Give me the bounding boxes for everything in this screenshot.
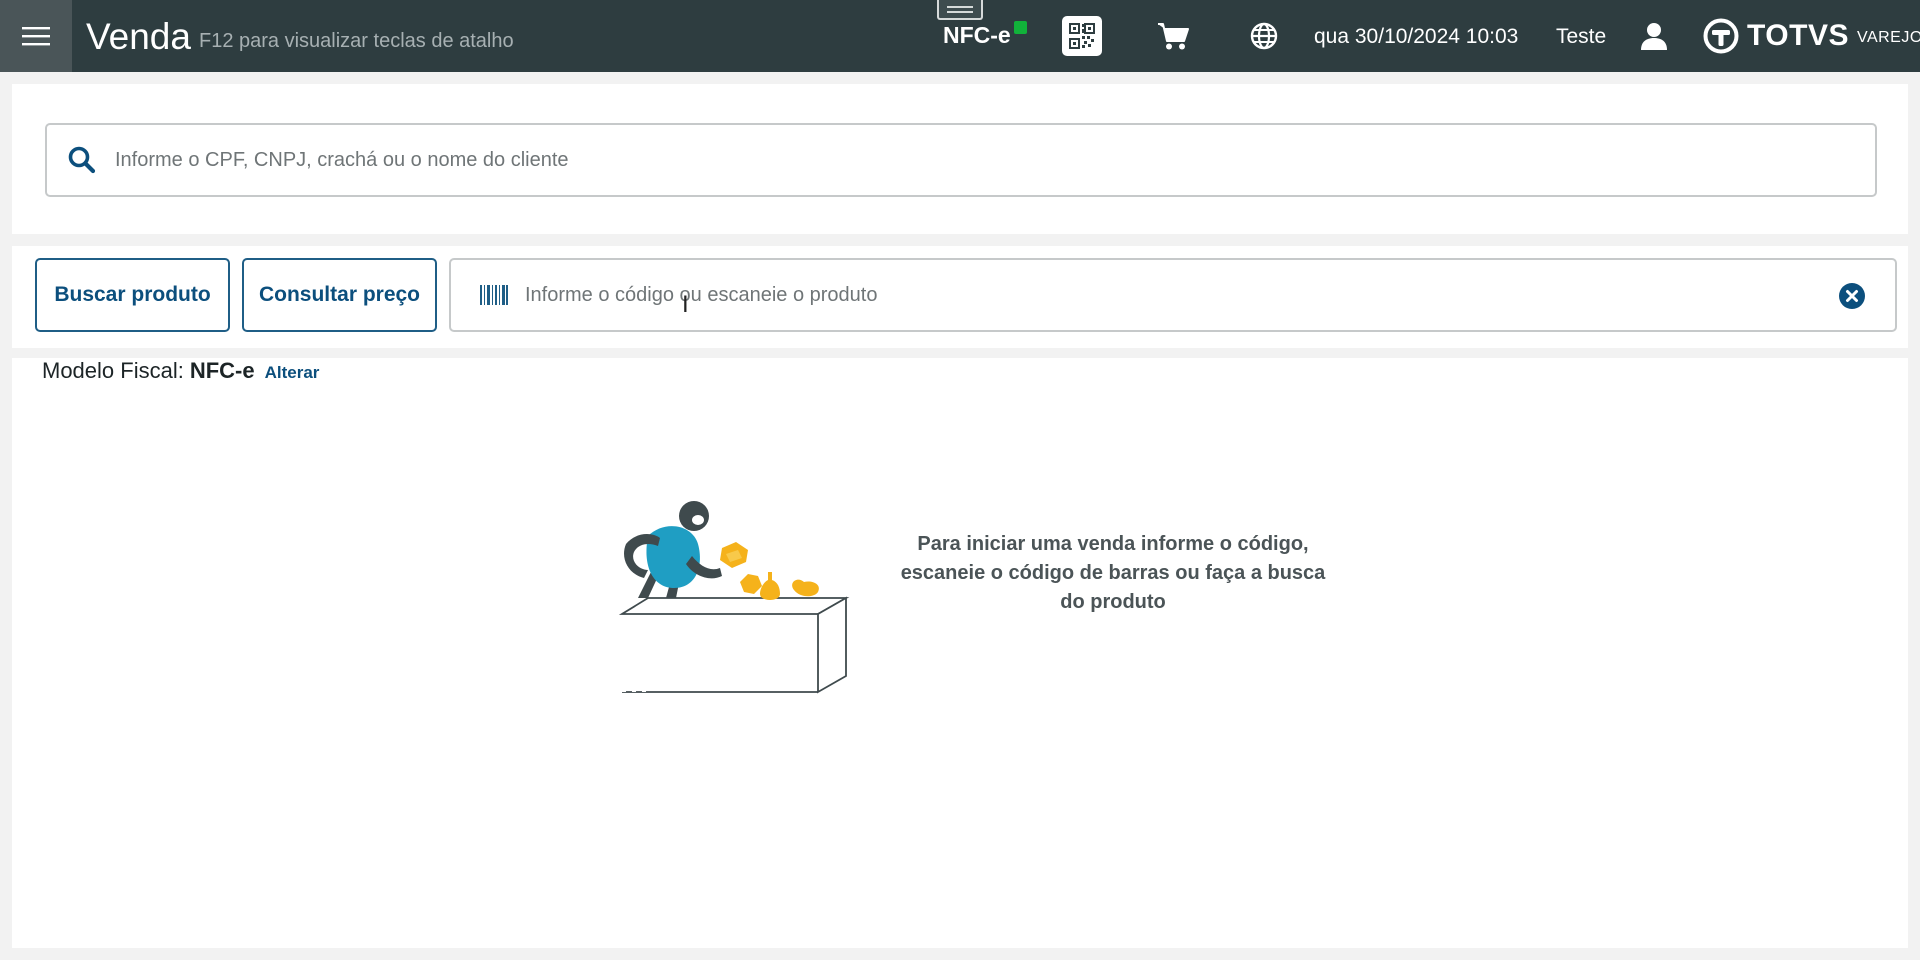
empty-sale-illustration — [618, 501, 850, 694]
language-button[interactable] — [1244, 16, 1284, 56]
clear-product-button[interactable] — [1839, 283, 1865, 309]
top-bar: Venda F12 para visualizar teclas de atal… — [0, 0, 1920, 72]
brand-logo: TOTVS VAREJO — [1703, 16, 1920, 56]
user-button[interactable] — [1634, 16, 1674, 56]
shortcut-hint: F12 para visualizar teclas de atalho — [199, 30, 514, 52]
user-icon — [1641, 23, 1667, 50]
menu-button[interactable] — [0, 0, 72, 72]
globe-icon — [1250, 22, 1278, 50]
content-panel: Modelo Fiscal: NFC-e Alterar Para inicia… — [12, 358, 1908, 948]
product-search-box[interactable] — [449, 258, 1897, 332]
window-handle[interactable] — [937, 0, 983, 20]
cart-icon — [1158, 23, 1189, 50]
product-panel: Buscar produto Consultar preço I — [12, 246, 1908, 348]
empty-state-message: Para iniciar uma venda informe o código,… — [900, 533, 1326, 613]
person-figure — [624, 501, 722, 598]
product-code-input[interactable] — [525, 283, 1825, 307]
current-datetime: qua 30/10/2024 10:03 — [1314, 25, 1519, 48]
client-search-box[interactable] — [45, 123, 1877, 197]
fiscal-model-indicator[interactable]: NFC-e — [943, 22, 1011, 49]
close-circle-icon — [1839, 283, 1865, 309]
connection-status-dot — [1014, 21, 1027, 34]
qr-code-icon — [1069, 23, 1095, 49]
counter-box — [618, 596, 850, 694]
check-price-button[interactable]: Consultar preço — [242, 258, 437, 332]
brand-subtitle: VAREJO — [1856, 29, 1920, 46]
client-search-input[interactable] — [115, 148, 1815, 172]
fiscal-model-label: Modelo Fiscal: — [42, 358, 184, 383]
change-fiscal-model-link[interactable]: Alterar — [265, 363, 320, 383]
totvs-logo-icon — [1703, 18, 1739, 54]
cart-button[interactable] — [1154, 16, 1194, 56]
page-title: Venda — [86, 16, 191, 57]
search-product-button[interactable]: Buscar produto — [35, 258, 230, 332]
search-icon — [68, 146, 96, 174]
fiscal-model-value: NFC-e — [189, 358, 255, 383]
menu-icon — [22, 27, 50, 46]
fiscal-model-row: Modelo Fiscal: NFC-e Alterar — [42, 358, 319, 386]
brand-name: TOTVS — [1747, 19, 1849, 52]
barcode-icon — [480, 285, 508, 305]
client-panel — [12, 84, 1908, 234]
text-cursor-icon: I — [682, 291, 689, 318]
user-name[interactable]: Teste — [1556, 25, 1606, 49]
products — [720, 542, 819, 600]
qr-code-button[interactable] — [1062, 16, 1102, 56]
